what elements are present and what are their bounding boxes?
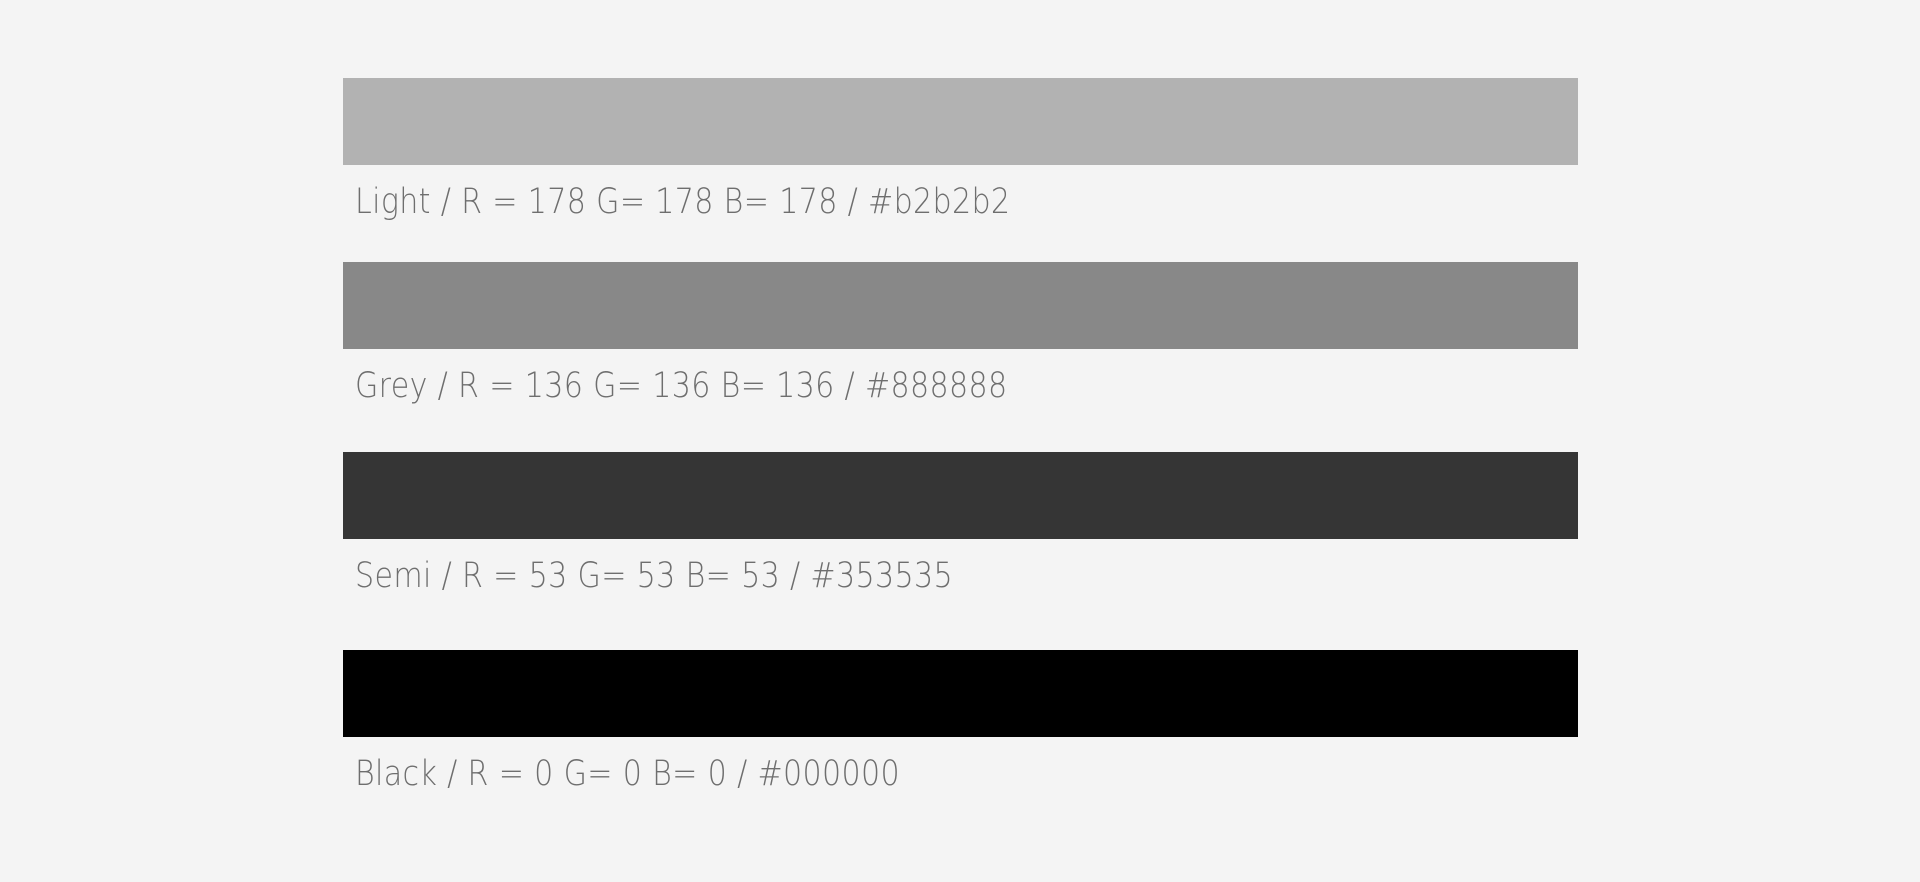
palette-row-black: Black / R = 0 G= 0 B= 0 / #000000 bbox=[343, 650, 1578, 794]
color-caption-grey: Grey / R = 136 G= 136 B= 136 / #888888 bbox=[355, 366, 1008, 406]
color-swatch-semi bbox=[343, 452, 1578, 539]
palette-row-light: Light / R = 178 G= 178 B= 178 / #b2b2b2 bbox=[343, 78, 1578, 222]
color-palette-board: Light / R = 178 G= 178 B= 178 / #b2b2b2 … bbox=[0, 0, 1920, 882]
color-swatch-light bbox=[343, 78, 1578, 165]
palette-row-semi: Semi / R = 53 G= 53 B= 53 / #353535 bbox=[343, 452, 1578, 596]
color-caption-semi: Semi / R = 53 G= 53 B= 53 / #353535 bbox=[355, 556, 953, 596]
color-caption-light: Light / R = 178 G= 178 B= 178 / #b2b2b2 bbox=[355, 182, 1011, 222]
color-caption-black: Black / R = 0 G= 0 B= 0 / #000000 bbox=[355, 754, 900, 794]
palette-row-grey: Grey / R = 136 G= 136 B= 136 / #888888 bbox=[343, 262, 1578, 406]
color-swatch-grey bbox=[343, 262, 1578, 349]
color-swatch-black bbox=[343, 650, 1578, 737]
